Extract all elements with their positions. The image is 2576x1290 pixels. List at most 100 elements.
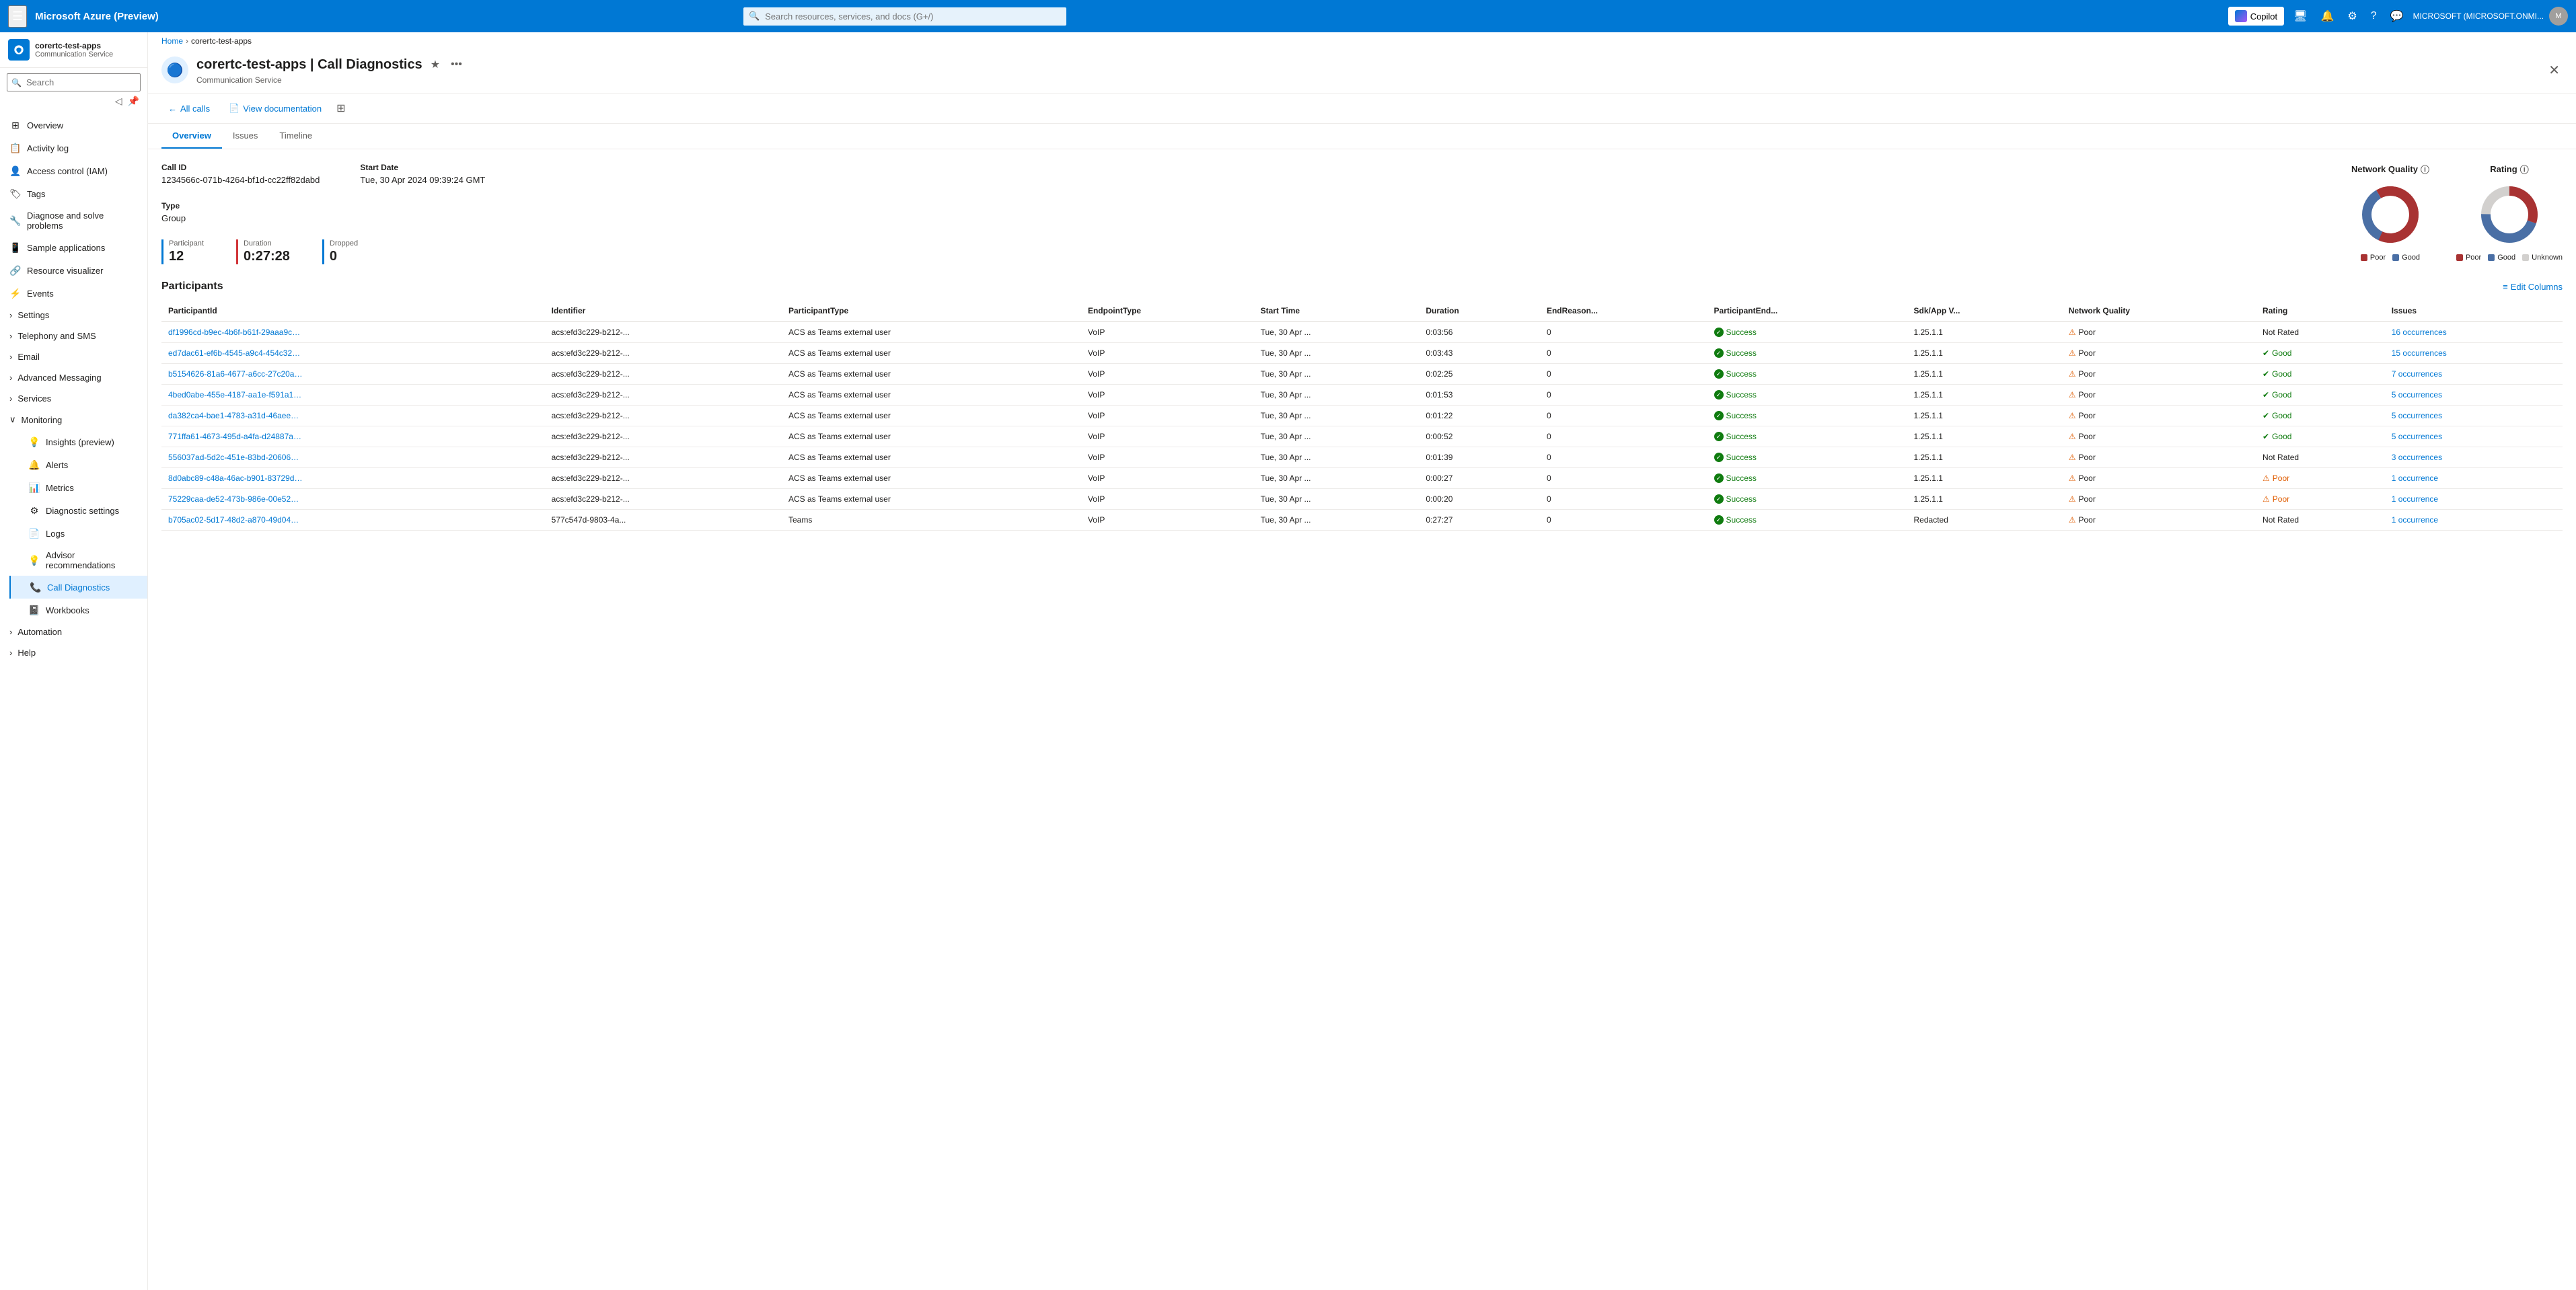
cell-start-time: Tue, 30 Apr ... [1254, 321, 1420, 343]
sidebar-item-metrics[interactable]: 📊 Metrics [9, 476, 147, 499]
sidebar-item-telephony[interactable]: › Telephony and SMS [0, 326, 147, 346]
cell-participant-id[interactable]: da382ca4-bae1-4783-a31d-46aee89f718c [161, 406, 545, 426]
tab-timeline[interactable]: Timeline [268, 124, 323, 149]
sidebar-item-alerts[interactable]: 🔔 Alerts [9, 453, 147, 476]
account-label[interactable]: MICROSOFT (MICROSOFT.ONMI... [2413, 11, 2544, 21]
view-documentation-button[interactable]: 📄 View documentation [222, 100, 328, 117]
sidebar-item-label: Access control (IAM) [27, 166, 108, 176]
sidebar-item-sample-apps[interactable]: 📱 Sample applications [0, 236, 147, 259]
warn-icon: ⚠ [2069, 390, 2076, 400]
warn-icon: ⚠ [2069, 473, 2076, 483]
favorite-button[interactable]: ★ [428, 55, 443, 74]
cell-participant-id[interactable]: 75229caa-de52-473b-986e-00e520308f8 [161, 489, 545, 510]
cell-participant-id[interactable]: df1996cd-b9ec-4b6f-b61f-29aaa9c8cd95 [161, 321, 545, 343]
sidebar-item-logs[interactable]: 📄 Logs [9, 522, 147, 545]
cell-issues[interactable]: 1 occurrence [2385, 489, 2563, 510]
settings-button[interactable]: ⚙ [2343, 7, 2361, 26]
cell-issues[interactable]: 5 occurrences [2385, 426, 2563, 447]
sidebar-item-call-diagnostics[interactable]: 📞 Call Diagnostics [9, 576, 147, 599]
cell-participant-end: ✓ Success [1707, 364, 1907, 385]
chevron-right-icon: › [9, 352, 12, 362]
avatar[interactable]: M [2549, 7, 2568, 26]
rating-unknown-legend: Unknown [2522, 254, 2563, 262]
cell-participant-id[interactable]: b705ac02-5d17-48d2-a870-49d04ea3f67 [161, 510, 545, 531]
sidebar-nav: ⊞ Overview 📋 Activity log 👤 Access contr… [0, 114, 147, 1290]
cell-endpoint-type: VoIP [1081, 447, 1254, 468]
cell-end-reason: 0 [1540, 406, 1707, 426]
sidebar-search-collapse-btn[interactable]: ◁ [114, 94, 124, 108]
page-title-block: corertc-test-apps | Call Diagnostics ★ •… [196, 55, 2538, 85]
cell-participant-id[interactable]: b5154626-81a6-4677-a6cc-27c20abd4b3 [161, 364, 545, 385]
cell-issues[interactable]: 1 occurrence [2385, 468, 2563, 489]
sidebar-item-workbooks[interactable]: 📓 Workbooks [9, 599, 147, 621]
cell-issues[interactable]: 5 occurrences [2385, 385, 2563, 406]
close-button[interactable]: ✕ [2546, 59, 2563, 81]
cell-participant-id[interactable]: 8d0abc89-c48a-46ac-b901-83729db132c [161, 468, 545, 489]
sidebar-item-advisor[interactable]: 💡 Advisor recommendations [9, 545, 147, 576]
sidebar-item-settings[interactable]: › Settings [0, 305, 147, 326]
network-quality-chart: Network Quality ⓘ [2351, 163, 2429, 262]
table-row: b5154626-81a6-4677-a6cc-27c20abd4b3 acs:… [161, 364, 2563, 385]
sidebar-search-area: 🔍 ◁ 📌 [0, 68, 147, 114]
cell-issues[interactable]: 16 occurrences [2385, 321, 2563, 343]
cell-issues[interactable]: 15 occurrences [2385, 343, 2563, 364]
tab-issues[interactable]: Issues [222, 124, 269, 149]
sidebar-item-email[interactable]: › Email [0, 346, 147, 367]
sidebar-item-monitoring[interactable]: ∨ Monitoring [0, 409, 147, 430]
sidebar-item-services[interactable]: › Services [0, 388, 147, 409]
cell-participant-type: ACS as Teams external user [782, 321, 1081, 343]
type-group: Type Group [161, 201, 186, 223]
overview-charts: Network Quality ⓘ [2351, 163, 2563, 262]
edit-columns-button[interactable]: ≡ Edit Columns [2503, 282, 2563, 292]
cell-issues[interactable]: 5 occurrences [2385, 406, 2563, 426]
notifications-button[interactable]: 🖥 [2289, 7, 2311, 26]
sidebar-search-input[interactable] [7, 73, 141, 91]
cell-endpoint-type: VoIP [1081, 364, 1254, 385]
sidebar: corertc-test-apps Communication Service … [0, 32, 148, 1290]
cell-duration: 0:00:27 [1419, 468, 1540, 489]
feedback-button[interactable]: 💬 [2386, 7, 2408, 26]
cell-issues[interactable]: 7 occurrences [2385, 364, 2563, 385]
sidebar-item-resource-visualizer[interactable]: 🔗 Resource visualizer [0, 259, 147, 282]
breadcrumb-home[interactable]: Home [161, 36, 183, 46]
hamburger-menu-button[interactable]: ☰ [8, 5, 27, 28]
copilot-button[interactable]: Copilot [2228, 7, 2284, 26]
all-calls-button[interactable]: ← All calls [161, 100, 217, 117]
sidebar-item-events[interactable]: ⚡ Events [0, 282, 147, 305]
table-row: df1996cd-b9ec-4b6f-b61f-29aaa9c8cd95 acs… [161, 321, 2563, 343]
cell-participant-id[interactable]: 556037ad-5d2c-451e-83bd-20606c63b3f1 [161, 447, 545, 468]
cell-issues[interactable]: 1 occurrence [2385, 510, 2563, 531]
sidebar-item-insights[interactable]: 💡 Insights (preview) [9, 430, 147, 453]
notifications-bell-button[interactable]: 🔔 [2316, 7, 2338, 26]
sidebar-item-diagnose[interactable]: 🔧 Diagnose and solve problems [0, 205, 147, 236]
help-button[interactable]: ? [2367, 7, 2381, 25]
cell-sdk-app: 1.25.1.1 [1907, 343, 2062, 364]
tab-overview[interactable]: Overview [161, 124, 222, 149]
main-content: Call ID 1234566c-071b-4264-bf1d-cc22ff82… [148, 149, 2576, 1290]
sidebar-item-help[interactable]: › Help [0, 642, 147, 663]
call-id-label: Call ID [161, 163, 320, 172]
sidebar-item-activity-log[interactable]: 📋 Activity log [0, 137, 147, 159]
breadcrumb-resource[interactable]: corertc-test-apps [191, 36, 252, 46]
more-actions-button[interactable]: ••• [448, 56, 465, 73]
cell-participant-id[interactable]: ed7dac61-ef6b-4545-a9c4-454c32cd5e3a [161, 343, 545, 364]
cell-issues[interactable]: 3 occurrences [2385, 447, 2563, 468]
rating-unknown-dot [2522, 254, 2529, 261]
view-doc-label: View documentation [243, 104, 322, 114]
sidebar-item-overview[interactable]: ⊞ Overview [0, 114, 147, 137]
sidebar-item-tags[interactable]: 🏷 Tags [0, 182, 147, 205]
cell-participant-id[interactable]: 771ffa61-4673-495d-a4fa-d24887acd959 [161, 426, 545, 447]
duration-stat: Duration 0:27:28 [236, 239, 306, 264]
sidebar-item-automation[interactable]: › Automation [0, 621, 147, 642]
sidebar-search-pin-btn[interactable]: 📌 [126, 94, 141, 108]
global-search-input[interactable] [743, 7, 1066, 26]
warn-icon: ⚠ [2069, 432, 2076, 441]
info-icon: ⓘ [2421, 163, 2429, 176]
sidebar-item-access-control[interactable]: 👤 Access control (IAM) [0, 159, 147, 182]
cell-participant-id[interactable]: 4bed0abe-455e-4187-aa1e-f591a152f16c [161, 385, 545, 406]
share-button[interactable]: ⊞ [334, 99, 348, 118]
rating-label: Rating [2490, 164, 2517, 174]
cell-identifier: acs:efd3c229-b212-... [545, 447, 782, 468]
sidebar-item-diagnostic-settings[interactable]: ⚙ Diagnostic settings [9, 499, 147, 522]
sidebar-item-advanced-messaging[interactable]: › Advanced Messaging [0, 367, 147, 388]
